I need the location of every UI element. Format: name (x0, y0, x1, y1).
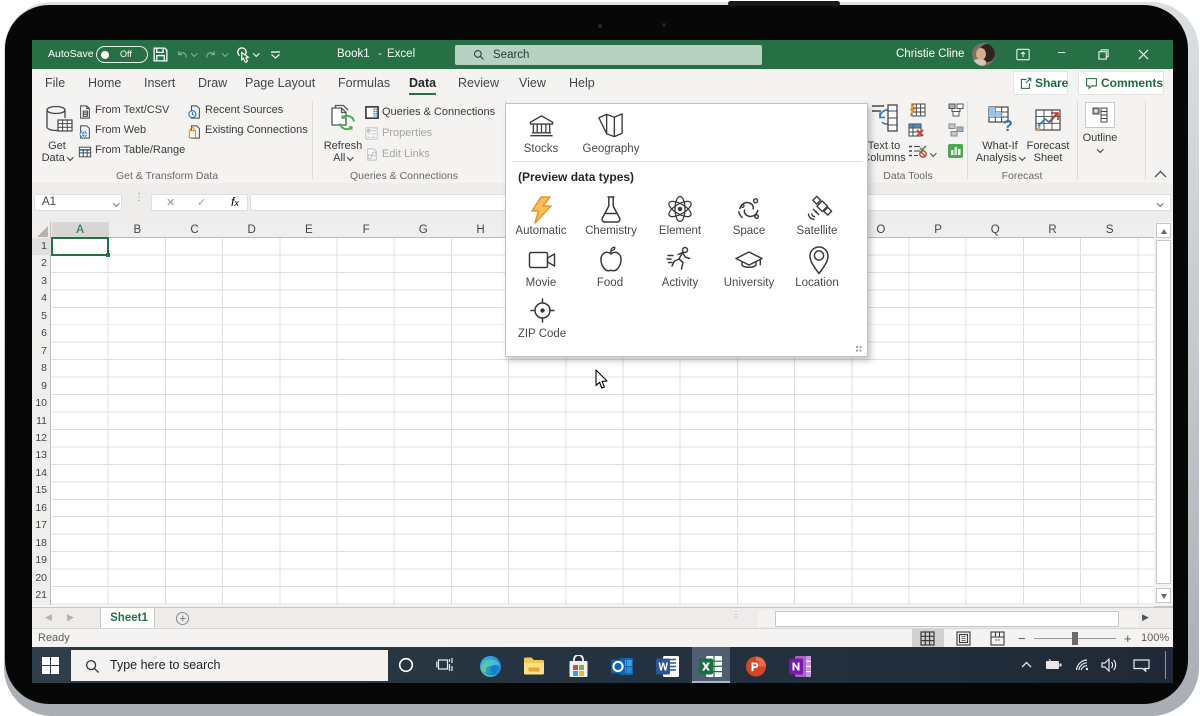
svg-text:?: ? (1003, 118, 1013, 132)
